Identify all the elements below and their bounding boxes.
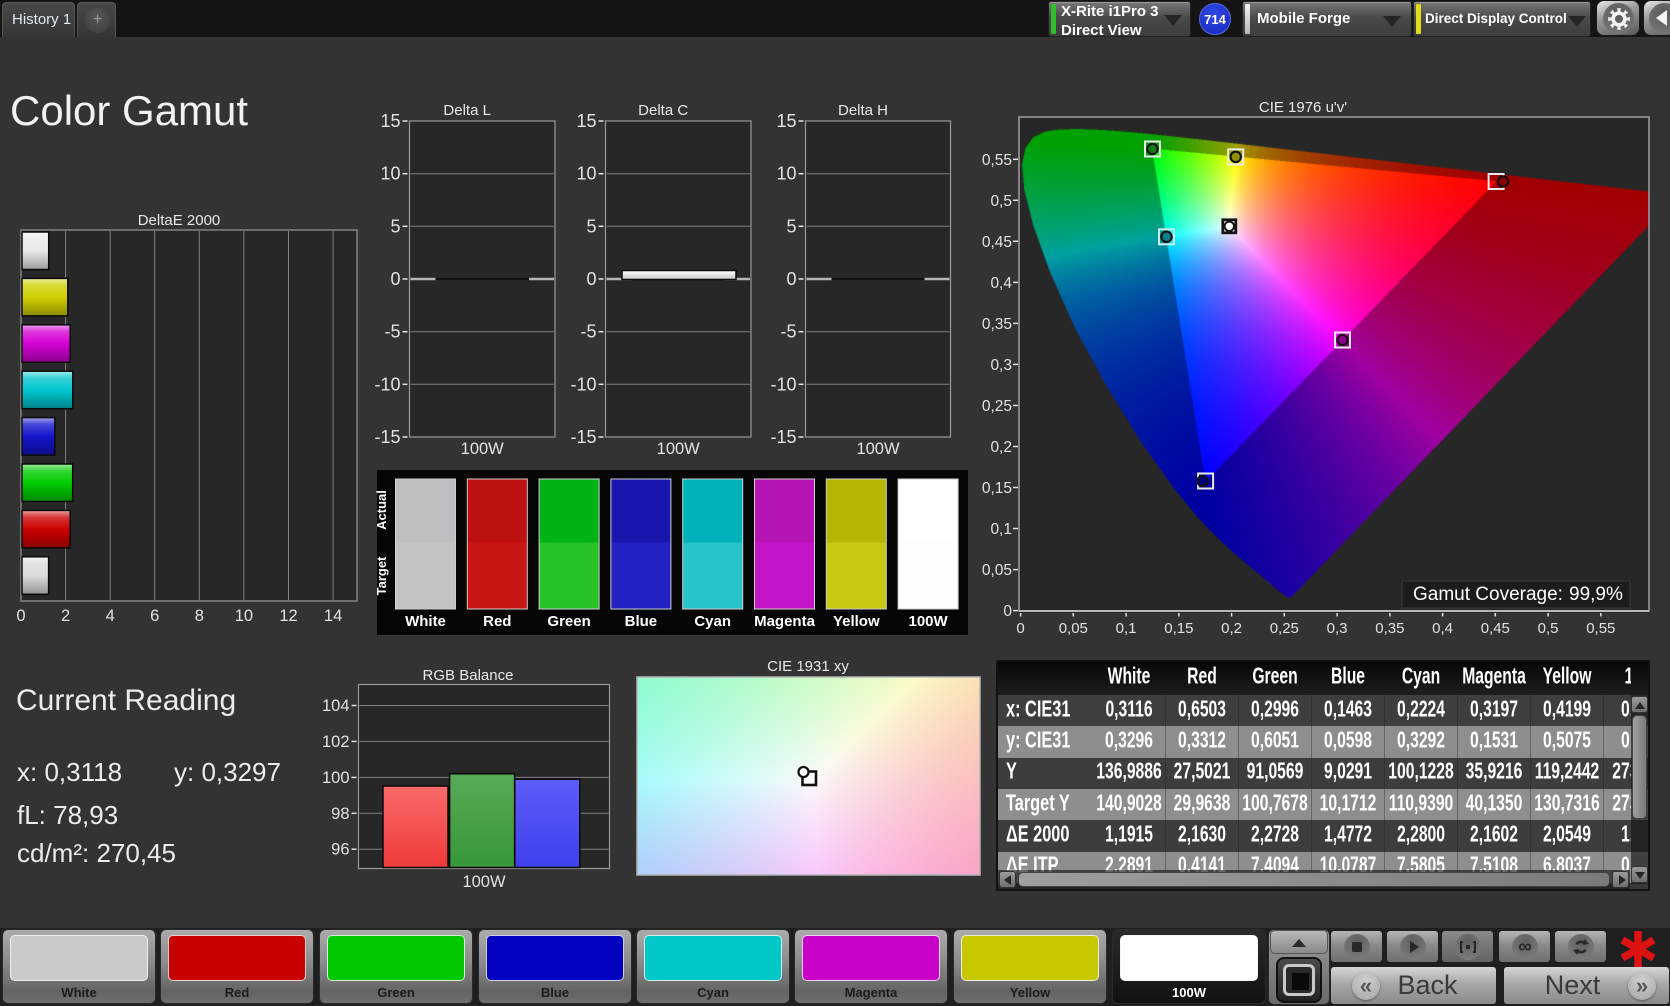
svg-text:Gamut Coverage:: Gamut Coverage: <box>1413 584 1563 605</box>
svg-text:99,9%: 99,9% <box>1569 584 1623 605</box>
svg-text:∞: ∞ <box>1518 936 1532 957</box>
